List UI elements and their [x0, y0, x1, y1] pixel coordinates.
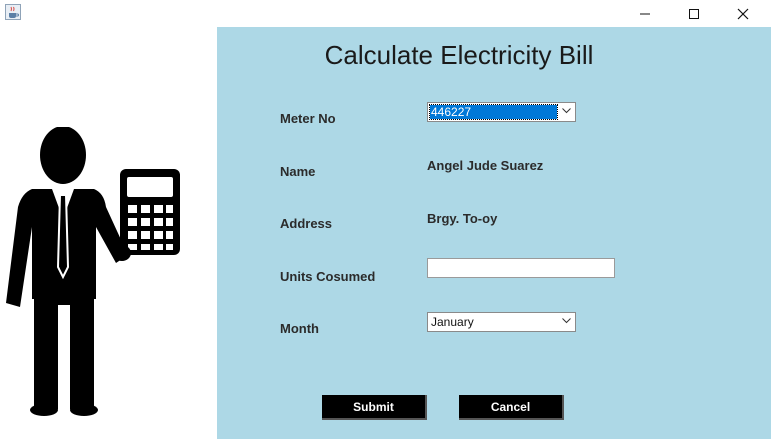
chevron-down-icon — [562, 108, 571, 114]
man-with-calculator-icon — [6, 127, 180, 416]
name-label: Name — [280, 164, 316, 179]
units-consumed-input[interactable] — [427, 258, 615, 278]
address-label: Address — [280, 216, 333, 231]
address-value: Brgy. To-oy — [427, 211, 498, 226]
close-button[interactable] — [720, 0, 766, 27]
maximize-button[interactable] — [671, 0, 717, 27]
month-selected-value: January — [431, 315, 474, 329]
submit-button[interactable]: Submit — [322, 395, 427, 420]
maximize-icon — [689, 8, 699, 19]
close-icon — [737, 8, 749, 19]
minimize-button[interactable] — [622, 0, 668, 27]
bill-form-panel: Calculate Electricity Bill Meter No 4462… — [217, 27, 771, 439]
month-dropdown[interactable]: January — [427, 312, 576, 332]
illustration-panel — [0, 27, 217, 439]
meter-no-dropdown[interactable]: 446227 — [427, 102, 576, 122]
name-value: Angel Jude Suarez — [427, 158, 544, 173]
java-cup-icon — [5, 4, 21, 20]
minimize-icon — [640, 13, 650, 14]
chevron-down-icon — [562, 318, 571, 324]
meter-no-label: Meter No — [280, 111, 336, 126]
page-title: Calculate Electricity Bill — [324, 40, 594, 70]
units-consumed-label: Units Cosumed — [280, 269, 376, 284]
month-label: Month — [280, 321, 319, 336]
cancel-button[interactable]: Cancel — [459, 395, 564, 420]
meter-no-selected-value: 446227 — [429, 104, 558, 120]
window-titlebar — [0, 0, 771, 27]
